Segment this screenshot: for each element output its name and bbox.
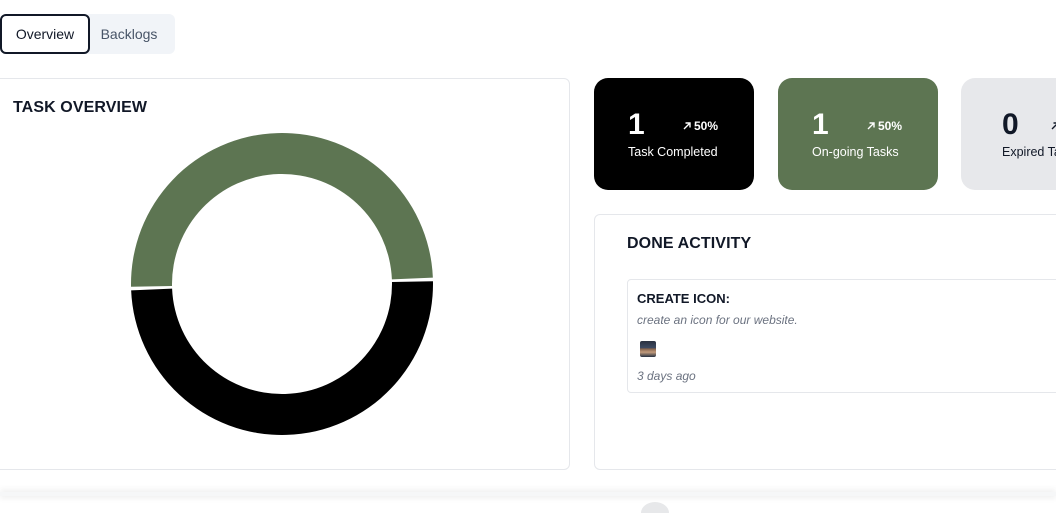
tab-bar: Overview Backlogs <box>0 14 175 54</box>
stat-change: 50% <box>682 119 718 133</box>
tab-overview[interactable]: Overview <box>0 14 90 54</box>
avatar <box>640 341 656 357</box>
done-activity-card: DONE ACTIVITY CREATE ICON: create an ico… <box>594 214 1056 470</box>
arrow-up-right-icon <box>867 122 875 130</box>
stat-value: 0 <box>1002 108 1019 141</box>
stat-value: 1 <box>812 108 829 141</box>
floating-handle <box>641 502 669 513</box>
task-overview-donut-chart <box>130 132 433 436</box>
donut-slice-task-completed[interactable] <box>131 281 433 436</box>
stat-label: Expired Ta <box>1002 145 1056 159</box>
stat-card-expired-tasks: 0 Expired Ta <box>961 78 1056 190</box>
stat-value: 1 <box>628 108 645 141</box>
arrow-up-right-icon <box>683 122 691 130</box>
activity-item[interactable]: CREATE ICON: create an icon for our webs… <box>627 279 1056 393</box>
stat-label: On-going Tasks <box>812 145 899 159</box>
stat-change <box>1050 119 1056 133</box>
activity-description: create an icon for our website. <box>637 313 798 327</box>
stat-card-task-completed: 1 50% Task Completed <box>594 78 754 190</box>
stat-change-value: 50% <box>694 119 719 133</box>
dashboard-page: Overview Backlogs TASK OVERVIEW 1 50% Ta… <box>0 0 1056 513</box>
done-activity-title: DONE ACTIVITY <box>627 235 752 252</box>
arrow-up-right-icon <box>1051 122 1056 130</box>
stat-change-value: 50% <box>878 119 903 133</box>
stat-change: 50% <box>866 119 902 133</box>
bottom-divider <box>0 492 1056 496</box>
stat-card-ongoing-tasks: 1 50% On-going Tasks <box>778 78 938 190</box>
donut-slice-on-going-tasks[interactable] <box>130 132 433 287</box>
tab-backlogs[interactable]: Backlogs <box>90 14 168 54</box>
activity-time: 3 days ago <box>637 369 696 383</box>
task-overview-card: TASK OVERVIEW <box>0 78 570 470</box>
activity-name: CREATE ICON: <box>637 291 730 306</box>
stat-label: Task Completed <box>628 145 718 159</box>
task-overview-title: TASK OVERVIEW <box>13 99 148 116</box>
